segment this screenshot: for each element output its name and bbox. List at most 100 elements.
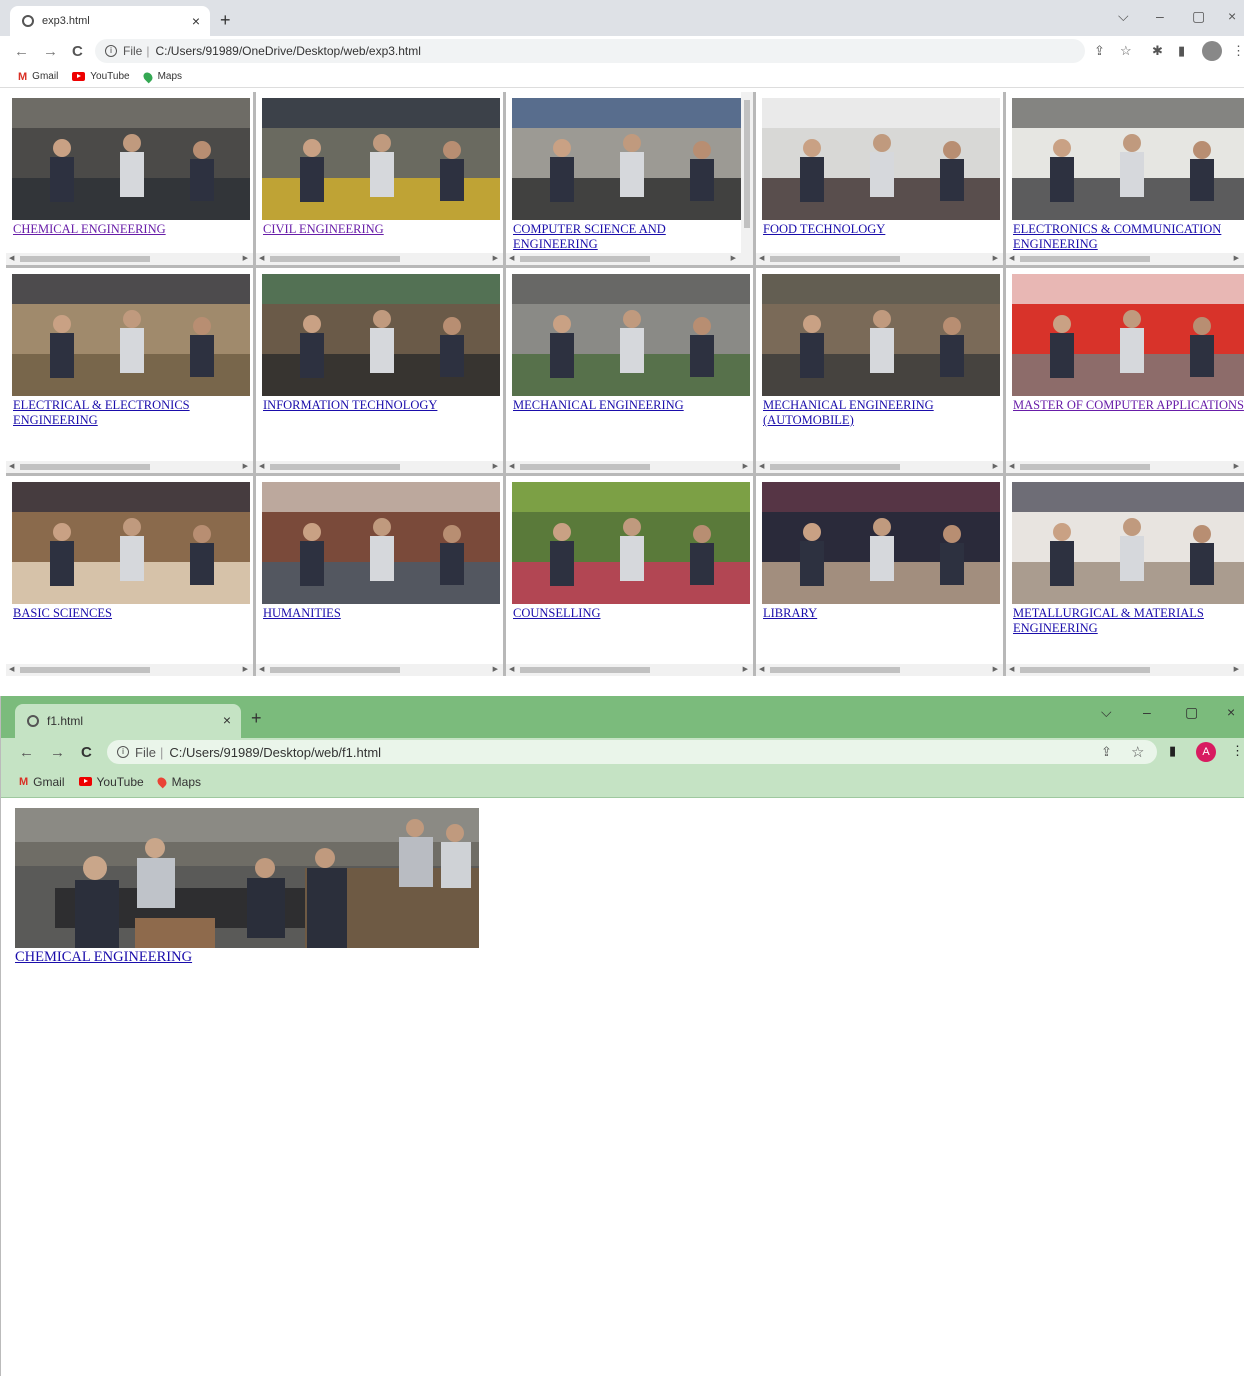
share-icon[interactable]: ⇪ — [1101, 744, 1112, 760]
scroll-left-icon[interactable]: ◀ — [9, 665, 14, 673]
horizontal-scrollbar[interactable]: ◀ ▶ — [1006, 461, 1244, 473]
frame-divider[interactable] — [6, 473, 1244, 476]
scrollbar-thumb[interactable] — [770, 464, 900, 470]
scroll-left-icon[interactable]: ◀ — [759, 254, 764, 262]
scrollbar-thumb[interactable] — [770, 667, 900, 673]
horizontal-scrollbar[interactable]: ◀ ▶ — [256, 664, 503, 676]
bookmark-youtube[interactable]: YouTube — [72, 71, 130, 82]
menu-icon[interactable]: ⋮ — [1231, 743, 1244, 759]
back-button[interactable]: ← — [14, 43, 29, 60]
reload-button[interactable]: C — [72, 43, 83, 60]
bookmark-star-icon[interactable]: ☆ — [1120, 43, 1132, 59]
horizontal-scrollbar[interactable]: ◀ ▶ — [256, 253, 503, 265]
scrollbar-thumb[interactable] — [520, 464, 650, 470]
scroll-left-icon[interactable]: ◀ — [759, 665, 764, 673]
reload-button[interactable]: C — [81, 744, 92, 761]
tab-search-icon[interactable]: ⌵ — [1118, 8, 1129, 25]
info-icon[interactable]: i — [117, 746, 129, 758]
department-link[interactable]: COMPUTER SCIENCE AND ENGINEERING — [513, 222, 745, 252]
minimize-button[interactable]: – — [1156, 8, 1164, 24]
horizontal-scrollbar[interactable]: ◀ ▶ — [756, 461, 1003, 473]
department-link[interactable]: ELECTRICAL & ELECTRONICS ENGINEERING — [13, 398, 245, 428]
scroll-right-icon[interactable]: ▶ — [243, 254, 248, 262]
scroll-left-icon[interactable]: ◀ — [509, 254, 514, 262]
close-window-button[interactable]: × — [1227, 704, 1235, 720]
tab-f1[interactable]: f1.html × — [15, 704, 241, 738]
scroll-left-icon[interactable]: ◀ — [1009, 254, 1014, 262]
scroll-left-icon[interactable]: ◀ — [1009, 462, 1014, 470]
chemical-engineering-link[interactable]: CHEMICAL ENGINEERING — [15, 949, 479, 966]
scrollbar-thumb[interactable] — [520, 667, 650, 673]
bookmark-maps[interactable]: Maps — [141, 70, 182, 83]
department-link[interactable]: FOOD TECHNOLOGY — [763, 222, 995, 237]
share-icon[interactable]: ⇪ — [1094, 43, 1105, 59]
scroll-left-icon[interactable]: ◀ — [9, 254, 14, 262]
horizontal-scrollbar[interactable]: ◀ ▶ — [756, 253, 1003, 265]
horizontal-scrollbar[interactable]: ◀ ▶ — [6, 664, 253, 676]
horizontal-scrollbar[interactable]: ◀ ▶ — [6, 253, 253, 265]
scroll-right-icon[interactable]: ▶ — [493, 665, 498, 673]
address-bar[interactable]: i File | C:/Users/91989/Desktop/web/f1.h… — [107, 740, 1157, 764]
horizontal-scrollbar[interactable]: ◀ ▶ — [506, 253, 741, 265]
scroll-left-icon[interactable]: ◀ — [9, 462, 14, 470]
scroll-right-icon[interactable]: ▶ — [743, 665, 748, 673]
department-link[interactable]: INFORMATION TECHNOLOGY — [263, 398, 495, 413]
scrollbar-thumb[interactable] — [1020, 256, 1150, 262]
department-link[interactable]: ELECTRONICS & COMMUNICATION ENGINEERING — [1013, 222, 1244, 252]
scroll-left-icon[interactable]: ◀ — [1009, 665, 1014, 673]
horizontal-scrollbar[interactable]: ◀ ▶ — [1006, 664, 1244, 676]
scroll-right-icon[interactable]: ▶ — [243, 665, 248, 673]
scrollbar-thumb[interactable] — [270, 464, 400, 470]
horizontal-scrollbar[interactable]: ◀ ▶ — [1006, 253, 1244, 265]
department-link[interactable]: CHEMICAL ENGINEERING — [13, 222, 245, 237]
bookmark-youtube[interactable]: YouTube — [78, 775, 144, 789]
scroll-right-icon[interactable]: ▶ — [493, 462, 498, 470]
scroll-left-icon[interactable]: ◀ — [509, 665, 514, 673]
scrollbar-thumb[interactable] — [744, 100, 750, 228]
url-text[interactable]: C:/Users/91989/OneDrive/Desktop/web/exp3… — [155, 44, 420, 58]
department-link[interactable]: MECHANICAL ENGINEERING (AUTOMOBILE) — [763, 398, 995, 428]
scroll-right-icon[interactable]: ▶ — [493, 254, 498, 262]
horizontal-scrollbar[interactable]: ◀ ▶ — [506, 664, 753, 676]
horizontal-scrollbar[interactable]: ◀ ▶ — [506, 461, 753, 473]
scroll-left-icon[interactable]: ◀ — [259, 665, 264, 673]
horizontal-scrollbar[interactable]: ◀ ▶ — [6, 461, 253, 473]
profile-avatar[interactable]: A — [1196, 742, 1216, 762]
scrollbar-thumb[interactable] — [270, 667, 400, 673]
bookmark-gmail[interactable]: M Gmail — [18, 71, 58, 83]
scrollbar-thumb[interactable] — [1020, 464, 1150, 470]
frame-divider[interactable] — [253, 92, 256, 676]
extensions-icon[interactable]: ✱ — [1152, 43, 1163, 59]
forward-button[interactable]: → — [43, 43, 58, 60]
department-link[interactable]: CIVIL ENGINEERING — [263, 222, 495, 237]
bookmark-gmail[interactable]: M Gmail — [19, 775, 65, 789]
bookmark-star-icon[interactable]: ☆ — [1131, 743, 1144, 761]
side-panel-icon[interactable]: ▮ — [1178, 43, 1185, 59]
bookmark-maps[interactable]: Maps — [155, 775, 201, 789]
close-tab-icon[interactable]: × — [223, 712, 231, 728]
frame-divider[interactable] — [6, 265, 1244, 268]
scrollbar-thumb[interactable] — [20, 464, 150, 470]
department-link[interactable]: MASTER OF COMPUTER APPLICATIONS — [1013, 398, 1244, 413]
department-link[interactable]: COUNSELLING — [513, 606, 745, 621]
maximize-button[interactable]: ▢ — [1185, 704, 1198, 721]
scrollbar-thumb[interactable] — [20, 667, 150, 673]
scrollbar-thumb[interactable] — [270, 256, 400, 262]
menu-icon[interactable]: ⋮ — [1232, 43, 1244, 59]
new-tab-button[interactable]: + — [251, 708, 262, 729]
maximize-button[interactable]: ▢ — [1192, 8, 1205, 25]
department-link[interactable]: BASIC SCIENCES — [13, 606, 245, 621]
side-panel-icon[interactable]: ▮ — [1169, 743, 1176, 759]
department-link[interactable]: METALLURGICAL & MATERIALS ENGINEERING — [1013, 606, 1244, 636]
frame-divider[interactable] — [753, 92, 756, 676]
tab-exp3[interactable]: exp3.html × — [10, 6, 210, 36]
close-window-button[interactable]: × — [1228, 8, 1236, 24]
scroll-right-icon[interactable]: ▶ — [743, 462, 748, 470]
scroll-left-icon[interactable]: ◀ — [259, 254, 264, 262]
scrollbar-thumb[interactable] — [20, 256, 150, 262]
scroll-right-icon[interactable]: ▶ — [1234, 254, 1239, 262]
vertical-scrollbar[interactable] — [741, 92, 753, 265]
department-link[interactable]: MECHANICAL ENGINEERING — [513, 398, 745, 413]
frame-divider[interactable] — [1003, 92, 1006, 676]
scroll-right-icon[interactable]: ▶ — [243, 462, 248, 470]
